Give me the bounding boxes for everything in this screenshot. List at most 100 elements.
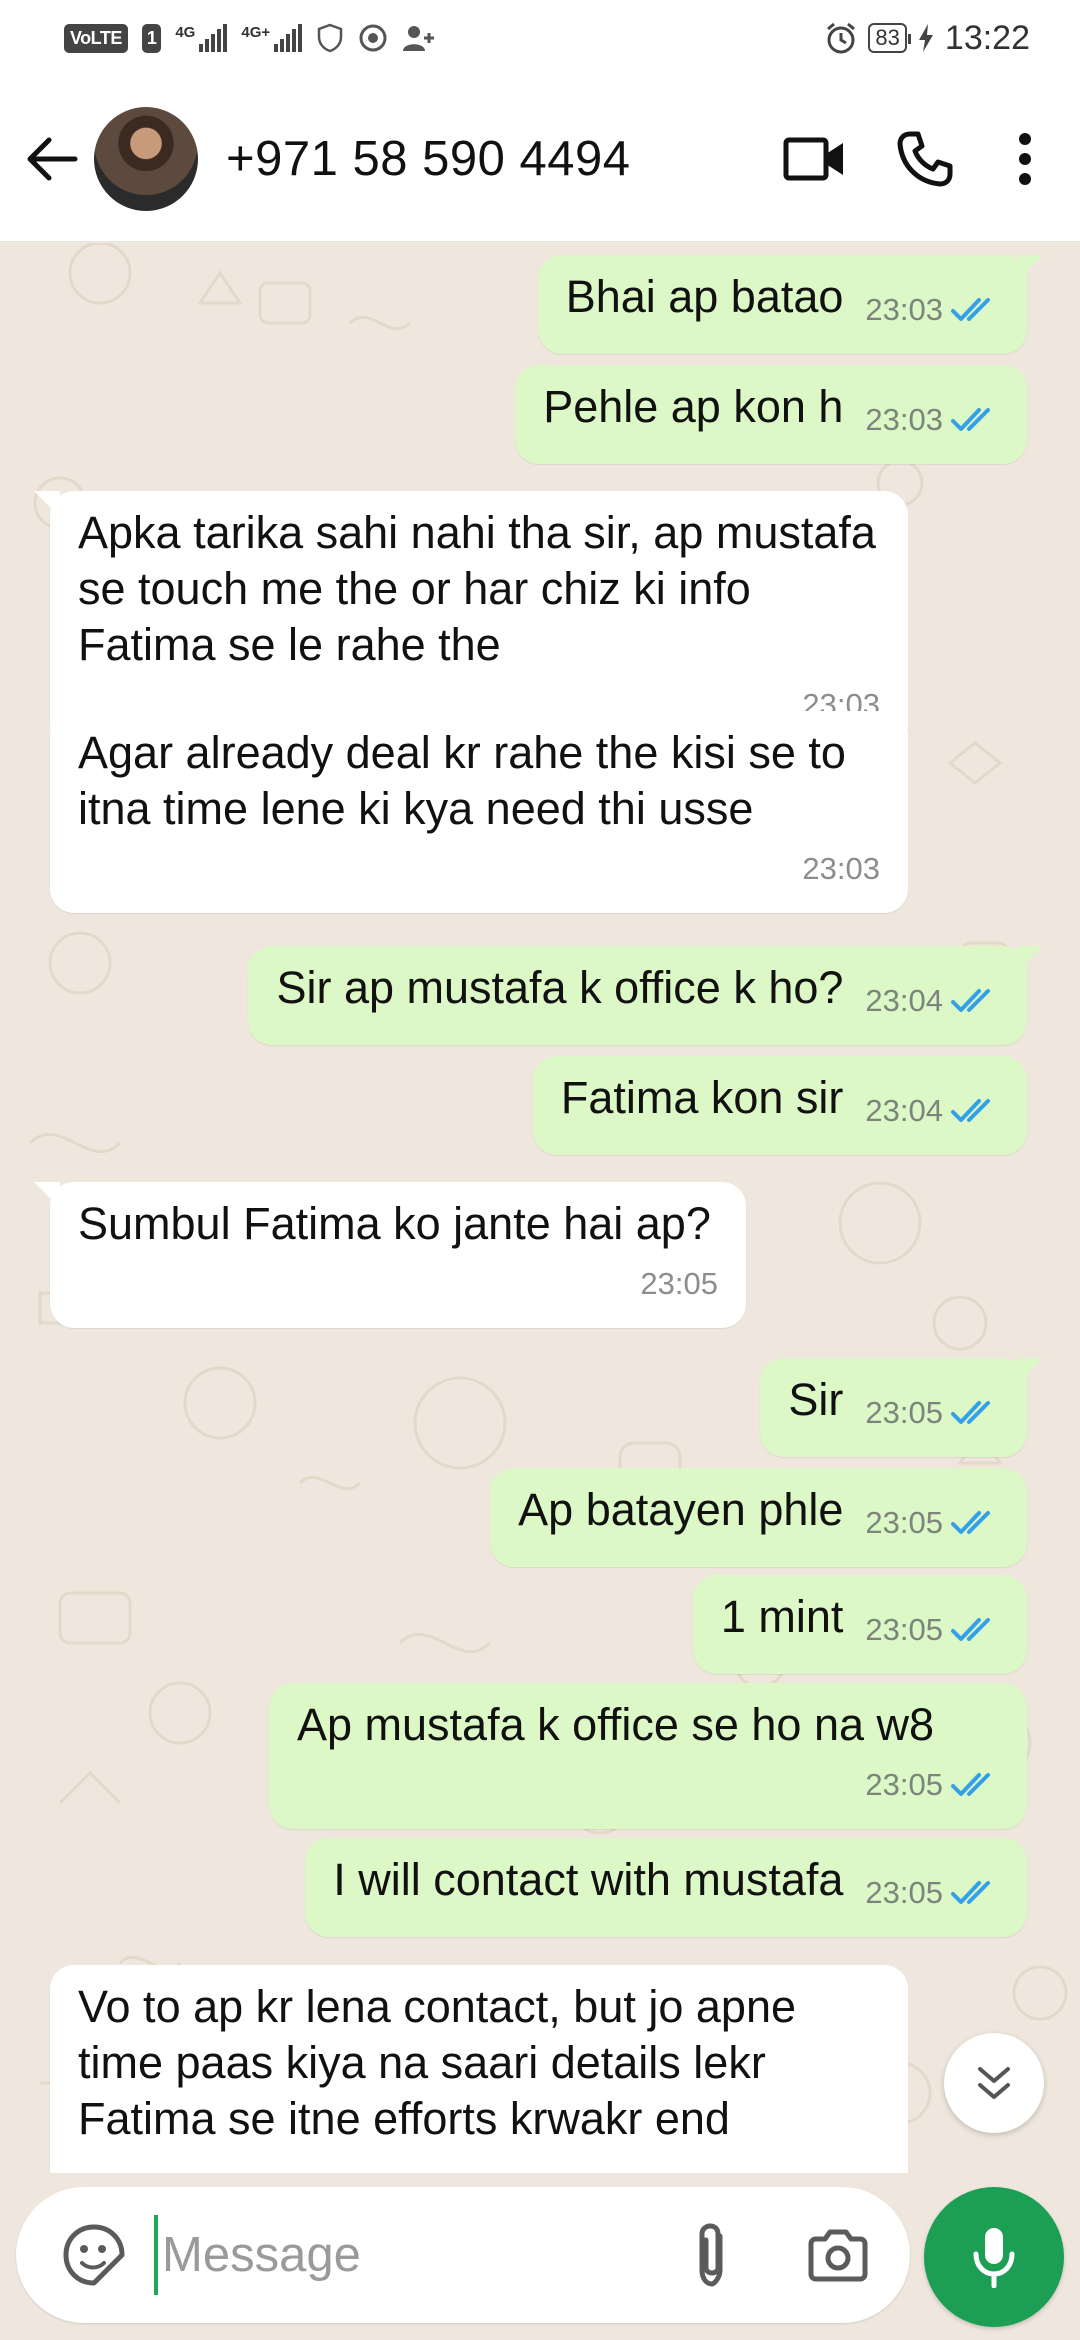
input-bar xyxy=(0,2173,1080,2340)
message-time: 23:03 xyxy=(802,851,880,886)
network-type-label: 4G xyxy=(175,24,196,41)
back-button[interactable] xyxy=(12,119,92,199)
message-text: Bhai ap batao xyxy=(565,271,844,322)
message-text: Ap batayen phle xyxy=(518,1484,844,1535)
chat-area[interactable]: Bhai ap batao 23:03 Pehle ap kon h 23:03 Apk… xyxy=(0,243,1080,2173)
message-time: 23:05 xyxy=(865,1767,943,1802)
volte-badge: VoLTE xyxy=(64,23,128,53)
message-meta: 23:03 xyxy=(865,282,999,338)
outgoing-message[interactable]: Ap batayen phle 23:05 xyxy=(490,1468,1027,1567)
double-check-icon xyxy=(951,408,990,431)
outgoing-message[interactable]: 1 mint 23:05 xyxy=(692,1575,1027,1674)
camera-icon xyxy=(808,2229,868,2282)
message-text: Apka tarika sahi nahi tha sir, ap mustaf… xyxy=(78,507,876,670)
message-meta: 23:05 xyxy=(865,1385,999,1441)
double-check-icon xyxy=(951,989,990,1012)
message-text: Pehle ap kon h xyxy=(543,381,844,432)
message-text: 1 mint xyxy=(720,1591,844,1642)
voice-message-button[interactable] xyxy=(924,2187,1064,2327)
outgoing-message[interactable]: Pehle ap kon h 23:03 xyxy=(515,365,1027,464)
clock: 13:22 xyxy=(944,18,1030,57)
message-meta: 23:05 xyxy=(865,1757,999,1813)
double-check-icon xyxy=(951,1511,990,1534)
double-chevron-down-icon xyxy=(978,2067,1010,2099)
chrome-icon xyxy=(359,24,387,52)
incoming-message[interactable]: Sumbul Fatima ko jante hai ap? 23:05 xyxy=(34,1182,746,1328)
double-check-icon xyxy=(951,1773,990,1796)
outgoing-message[interactable]: Sir ap mustafa k office k ho? 23:04 xyxy=(248,946,1043,1045)
network-type-2-label: 4G+ xyxy=(241,24,271,41)
avatar[interactable] xyxy=(94,106,198,211)
sim-badge: 1 xyxy=(141,23,162,53)
charging-icon xyxy=(918,24,933,52)
outgoing-message[interactable]: Sir 23:05 xyxy=(760,1358,1043,1457)
message-text: Vo to ap kr lena contact, but jo apne ti… xyxy=(78,1981,797,2144)
emoji-button[interactable] xyxy=(44,2205,144,2305)
contact-name[interactable]: +971 58 590 4494 xyxy=(226,131,630,187)
message-meta-row: 23:05 xyxy=(297,1757,999,1813)
status-bar: VoLTE 1 4G 4G+ 83 13:22 xyxy=(0,0,1080,76)
status-left: VoLTE 1 4G 4G+ xyxy=(64,23,435,53)
signal-2-icon: 4G+ xyxy=(241,24,303,52)
add-person-icon xyxy=(403,26,435,51)
outgoing-message[interactable]: I will contact with mustafa 23:05 xyxy=(305,1838,1027,1937)
double-check-icon xyxy=(951,1401,990,1424)
header-actions xyxy=(760,104,1080,214)
back-arrow-icon xyxy=(27,137,78,180)
chat-header: +971 58 590 4494 xyxy=(0,76,1080,242)
camera-button[interactable] xyxy=(790,2205,886,2305)
paperclip-icon xyxy=(699,2223,723,2287)
voice-call-button[interactable] xyxy=(870,104,980,214)
scroll-to-bottom-button[interactable] xyxy=(944,2033,1044,2133)
attach-button[interactable] xyxy=(664,2205,760,2305)
double-check-icon xyxy=(951,1099,990,1122)
double-check-icon xyxy=(951,1618,990,1641)
outgoing-message[interactable]: Fatima kon sir 23:04 xyxy=(532,1056,1027,1155)
message-meta: 23:03 xyxy=(802,841,880,897)
message-meta-row: 23:05 xyxy=(78,1256,718,1312)
message-text: Sumbul Fatima ko jante hai ap? xyxy=(78,1198,711,1249)
message-time: 23:04 xyxy=(865,1093,943,1128)
alarm-icon xyxy=(827,22,856,54)
message-meta: 23:05 xyxy=(865,1865,999,1921)
message-time: 23:04 xyxy=(865,983,943,1018)
message-text: Sir xyxy=(788,1374,844,1425)
shield-icon xyxy=(317,23,343,53)
message-text: I will contact with mustafa xyxy=(333,1854,844,1905)
message-meta: 23:05 xyxy=(640,1256,718,1312)
message-time: 23:03 xyxy=(865,292,943,327)
double-check-icon xyxy=(951,298,990,321)
more-vert-icon xyxy=(1019,132,1031,185)
outgoing-message[interactable]: Ap mustafa k office se ho na w8 23:05 xyxy=(269,1683,1027,1829)
message-text: Sir ap mustafa k office k ho? xyxy=(276,962,844,1013)
message-time: 23:05 xyxy=(640,1266,718,1301)
message-text: Fatima kon sir xyxy=(560,1072,844,1123)
message-time: 23:05 xyxy=(865,1505,943,1540)
composer-box xyxy=(16,2187,910,2323)
message-meta: 23:03 xyxy=(865,392,999,448)
message-meta: 23:05 xyxy=(865,1602,999,1658)
battery-indicator: 83 xyxy=(868,23,912,53)
message-meta: 23:04 xyxy=(865,973,999,1029)
message-meta: 23:05 xyxy=(865,1495,999,1551)
message-input[interactable] xyxy=(154,2215,654,2295)
status-right: 83 13:22 xyxy=(824,19,1030,58)
incoming-message[interactable]: Agar already deal kr rahe the kisi se to… xyxy=(50,711,908,913)
video-call-icon xyxy=(783,137,843,180)
message-time: 23:05 xyxy=(865,1395,943,1430)
outgoing-message[interactable]: Bhai ap batao 23:03 xyxy=(537,255,1044,354)
message-meta: 23:04 xyxy=(865,1083,999,1139)
microphone-icon xyxy=(973,2228,1015,2288)
signal-icon: 4G xyxy=(175,24,228,52)
message-text: Ap mustafa k office se ho na w8 xyxy=(297,1699,935,1750)
video-call-button[interactable] xyxy=(760,104,870,214)
incoming-message[interactable]: Vo to ap kr lena contact, but jo apne ti… xyxy=(50,1965,908,2173)
message-time: 23:03 xyxy=(865,402,943,437)
message-time: 23:05 xyxy=(865,1875,943,1910)
double-check-icon xyxy=(951,1881,990,1904)
message-time: 23:05 xyxy=(865,1612,943,1647)
phone-icon xyxy=(897,131,953,186)
more-options-button[interactable] xyxy=(980,104,1070,214)
message-text: Agar already deal kr rahe the kisi se to… xyxy=(78,727,846,834)
message-meta-row: 23:03 xyxy=(78,841,880,897)
